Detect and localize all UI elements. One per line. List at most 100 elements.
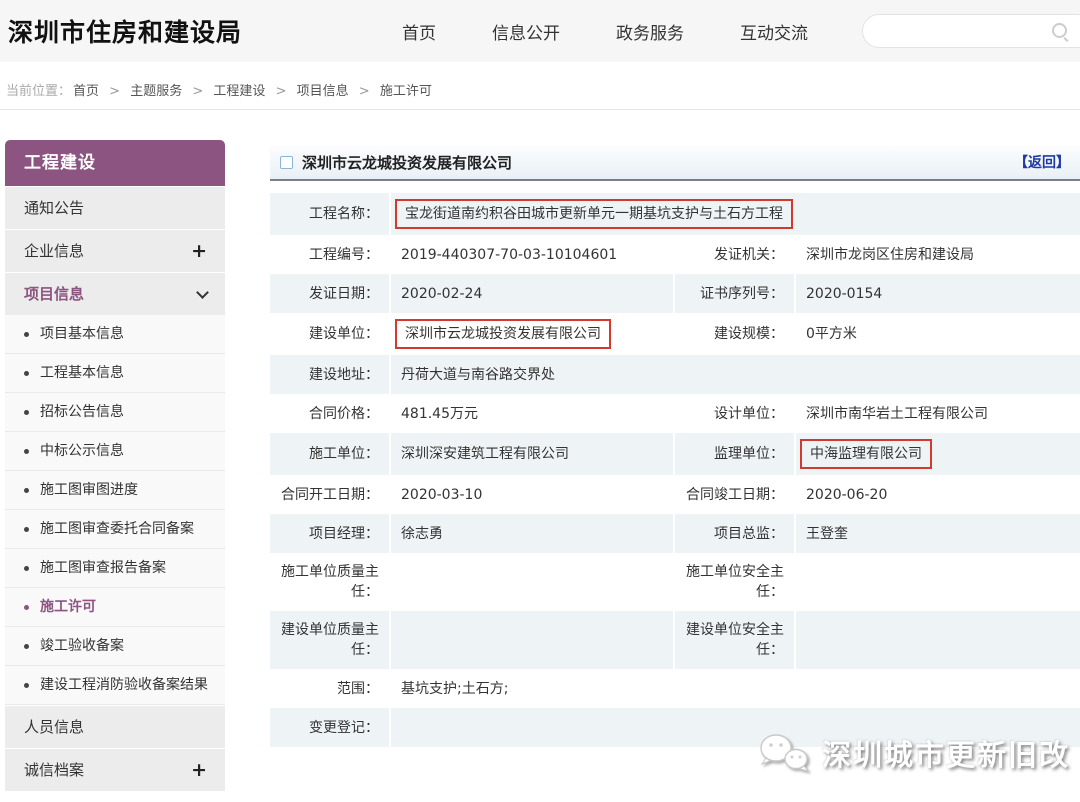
field-label: 建设单位质量主 任： — [270, 611, 391, 669]
sidebar-item[interactable]: 项目信息 — [5, 273, 225, 315]
sidebar-item[interactable]: 人员信息 — [5, 706, 225, 748]
nav-item-interaction[interactable]: 互动交流 — [740, 19, 808, 44]
breadcrumb-separator: > — [192, 84, 203, 99]
breadcrumb-separator: > — [109, 84, 120, 99]
sidebar-subitem[interactable]: 施工图审图进度 — [5, 471, 225, 510]
table-row: 建设单位：深圳市云龙城投资发展有限公司 建设规模：0平方米 — [270, 313, 1080, 355]
table-row: 发证日期：2020-02-24证书序列号：2020-0154 — [270, 274, 1080, 313]
field-label: 施工单位质量主 任： — [270, 553, 391, 611]
field-label: 建设单位安全主 任： — [675, 611, 796, 669]
field-label: 工程名称： — [270, 193, 391, 235]
search-icon[interactable] — [1052, 23, 1067, 38]
sidebar-item-label: 项目信息 — [24, 285, 84, 303]
field-value: 2019-440307-70-03-10104601 — [391, 235, 675, 274]
sidebar-item-label: 人员信息 — [24, 718, 84, 736]
detail-title-bar: 深圳市云龙城投资发展有限公司 【返回】 — [270, 145, 1080, 181]
field-label: 工程编号： — [270, 235, 391, 274]
search-box[interactable] — [862, 14, 1080, 48]
table-row: 建设地址：丹荷大道与南谷路交界处 — [270, 355, 1080, 394]
sidebar-subitem[interactable]: 工程基本信息 — [5, 354, 225, 393]
nav-item-home[interactable]: 首页 — [402, 19, 436, 44]
sidebar-subitem[interactable]: 竣工验收备案 — [5, 627, 225, 666]
field-value: 宝龙街道南约积谷田城市更新单元一期基坑支护与土石方工程 — [391, 193, 1080, 235]
breadcrumb-item-theme-services[interactable]: 主题服务 — [130, 84, 182, 99]
breadcrumb-item-project-info[interactable]: 项目信息 — [297, 84, 349, 99]
plus-icon[interactable]: + — [191, 749, 207, 791]
field-value: 王登奎 — [796, 514, 1080, 553]
table-row: 施工单位：深圳深安建筑工程有限公司监理单位：中海监理有限公司 — [270, 433, 1080, 475]
table-row: 工程名称：宝龙街道南约积谷田城市更新单元一期基坑支护与土石方工程 — [270, 193, 1080, 235]
field-label: 范围： — [270, 669, 391, 708]
sidebar-subitem[interactable]: 施工许可 — [5, 588, 225, 627]
field-label: 证书序列号： — [675, 274, 796, 313]
sidebar-subitem[interactable]: 招标公告信息 — [5, 393, 225, 432]
chevron-down-icon[interactable] — [196, 286, 209, 299]
breadcrumb-item-construction[interactable]: 工程建设 — [213, 84, 265, 99]
sidebar-header: 工程建设 — [5, 140, 225, 186]
sidebar-item-label: 通知公告 — [24, 199, 84, 217]
field-value: 2020-0154 — [796, 274, 1080, 313]
field-label: 建设单位： — [270, 313, 391, 355]
field-label: 项目总监： — [675, 514, 796, 553]
table-row: 建设单位质量主 任： 建设单位安全主 任： — [270, 611, 1080, 669]
field-label: 发证机关： — [675, 235, 796, 274]
table-row: 合同开工日期：2020-03-10合同竣工日期：2020-06-20 — [270, 475, 1080, 514]
sidebar-item-label: 企业信息 — [24, 242, 84, 260]
red-highlight-box: 深圳市云龙城投资发展有限公司 — [395, 319, 611, 349]
field-label: 合同价格： — [270, 394, 391, 433]
sidebar-subitem[interactable]: 施工图审查报告备案 — [5, 549, 225, 588]
field-value: 深圳市云龙城投资发展有限公司 — [391, 313, 675, 355]
field-value — [391, 553, 675, 611]
nav-item-gov-services[interactable]: 政务服务 — [616, 19, 684, 44]
field-label: 变更登记： — [270, 708, 391, 747]
breadcrumb: 当前位置：首页 > 主题服务 > 工程建设 > 项目信息 > 施工许可 — [6, 80, 434, 99]
field-value: 中海监理有限公司 — [796, 433, 1080, 475]
sidebar-item[interactable]: 企业信息 + — [5, 230, 225, 272]
nav-item-info-disclosure[interactable]: 信息公开 — [492, 19, 560, 44]
field-value — [796, 611, 1080, 669]
field-label: 合同竣工日期： — [675, 475, 796, 514]
field-value — [391, 708, 1080, 747]
field-label: 项目经理： — [270, 514, 391, 553]
breadcrumb-prefix: 当前位置： — [6, 84, 71, 99]
sidebar-subitem[interactable]: 建设工程消防验收备案结果 — [5, 666, 225, 705]
table-row: 变更登记： — [270, 708, 1080, 747]
field-label: 合同开工日期： — [270, 475, 391, 514]
field-value: 深圳市南华岩土工程有限公司 — [796, 394, 1080, 433]
company-title: 深圳市云龙城投资发展有限公司 — [302, 152, 512, 173]
table-row: 项目经理：徐志勇项目总监：王登奎 — [270, 514, 1080, 553]
field-value: 2020-06-20 — [796, 475, 1080, 514]
field-value: 徐志勇 — [391, 514, 675, 553]
field-value — [796, 553, 1080, 611]
breadcrumb-item-home[interactable]: 首页 — [73, 84, 99, 99]
field-value: 深圳市龙岗区住房和建设局 — [796, 235, 1080, 274]
sidebar-subitem[interactable]: 中标公示信息 — [5, 432, 225, 471]
field-value — [391, 611, 675, 669]
breadcrumb-item-construction-permit[interactable]: 施工许可 — [380, 84, 432, 99]
field-value: 基坑支护;土石方; — [391, 669, 1080, 708]
back-button[interactable]: 【返回】 — [1014, 152, 1070, 172]
main-content: 深圳市云龙城投资发展有限公司 【返回】 工程名称：宝龙街道南约积谷田城市更新单元… — [270, 145, 1080, 747]
sidebar-item-label: 诚信档案 — [24, 761, 84, 779]
breadcrumb-separator: > — [359, 84, 370, 99]
plus-icon[interactable]: + — [191, 230, 207, 272]
breadcrumb-bar: 当前位置：首页 > 主题服务 > 工程建设 > 项目信息 > 施工许可 — [0, 62, 1080, 110]
search-input[interactable] — [877, 15, 1057, 45]
field-label: 监理单位： — [675, 433, 796, 475]
field-value: 深圳深安建筑工程有限公司 — [391, 433, 675, 475]
table-row: 合同价格：481.45万元设计单位：深圳市南华岩土工程有限公司 — [270, 394, 1080, 433]
field-label: 建设地址： — [270, 355, 391, 394]
field-value: 481.45万元 — [391, 394, 675, 433]
sidebar-subitem[interactable]: 施工图审查委托合同备案 — [5, 510, 225, 549]
sidebar-item[interactable]: 诚信档案 + — [5, 749, 225, 791]
sidebar-subitem[interactable]: 项目基本信息 — [5, 315, 225, 354]
red-highlight-box: 中海监理有限公司 — [800, 439, 932, 469]
field-label: 建设规模： — [675, 313, 796, 355]
table-row: 范围：基坑支护;土石方; — [270, 669, 1080, 708]
document-icon — [280, 156, 293, 169]
field-value: 0平方米 — [796, 313, 1080, 355]
field-label: 发证日期： — [270, 274, 391, 313]
top-header: 深圳市住房和建设局 首页 信息公开 政务服务 互动交流 — [0, 0, 1080, 62]
sidebar-item[interactable]: 通知公告 — [5, 187, 225, 229]
field-label: 施工单位安全主 任： — [675, 553, 796, 611]
